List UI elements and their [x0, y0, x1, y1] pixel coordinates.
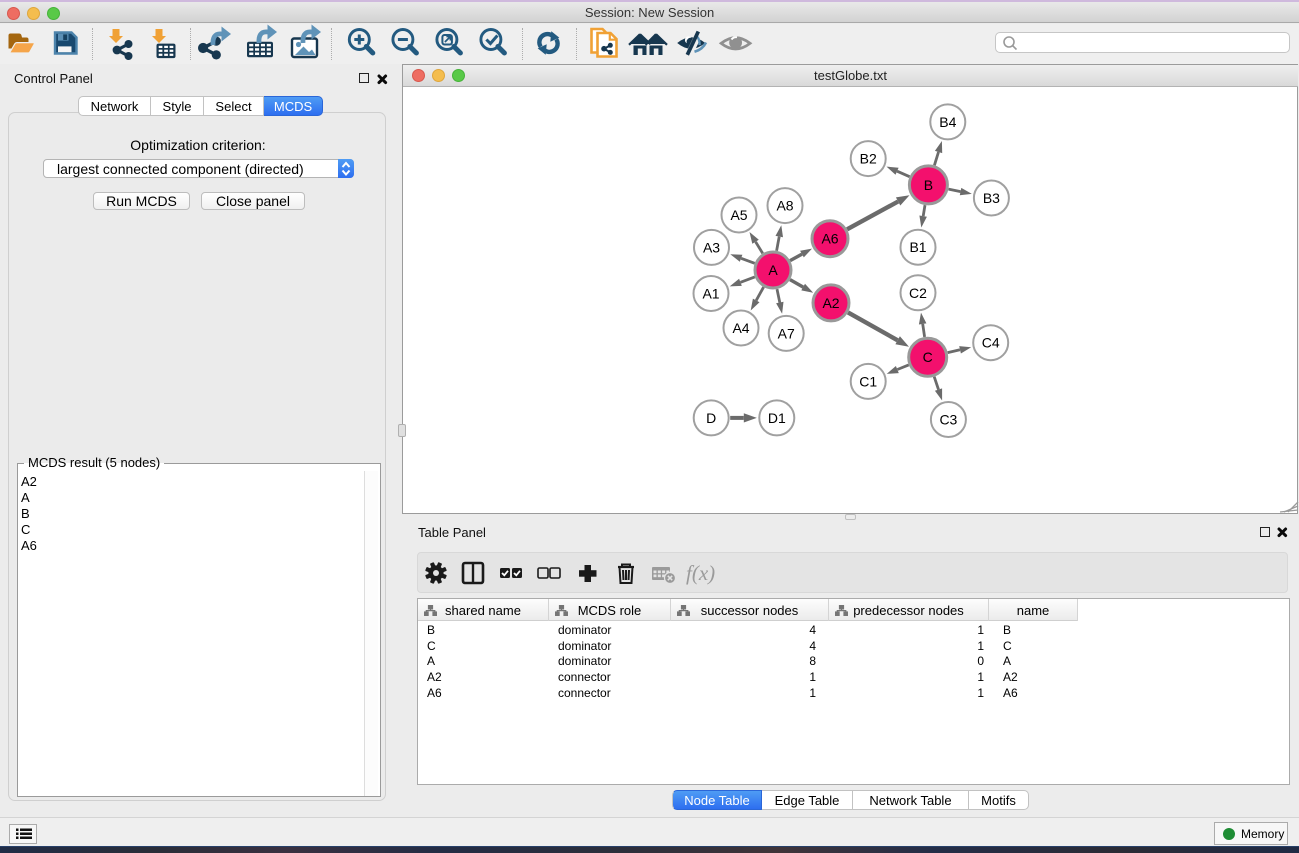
svg-text:A1: A1: [702, 286, 719, 302]
svg-text:C: C: [923, 349, 933, 365]
svg-text:A3: A3: [703, 239, 720, 255]
svg-text:D: D: [706, 410, 716, 426]
svg-text:C2: C2: [909, 285, 927, 301]
svg-text:B3: B3: [983, 190, 1000, 206]
svg-text:C1: C1: [859, 373, 877, 389]
svg-text:f(x): f(x): [686, 561, 715, 585]
svg-text:A8: A8: [776, 198, 793, 214]
svg-text:D1: D1: [768, 410, 786, 426]
svg-text:B: B: [924, 177, 933, 193]
svg-text:C3: C3: [939, 412, 957, 428]
svg-text:A4: A4: [732, 320, 749, 336]
svg-text:A7: A7: [778, 325, 795, 341]
svg-text:A: A: [768, 262, 778, 278]
svg-text:B4: B4: [939, 114, 956, 130]
svg-text:C4: C4: [982, 335, 1000, 351]
svg-text:A2: A2: [822, 295, 839, 311]
svg-text:B1: B1: [909, 239, 926, 255]
svg-text:A6: A6: [821, 231, 838, 247]
svg-text:B2: B2: [860, 151, 877, 167]
svg-text:A5: A5: [730, 207, 747, 223]
